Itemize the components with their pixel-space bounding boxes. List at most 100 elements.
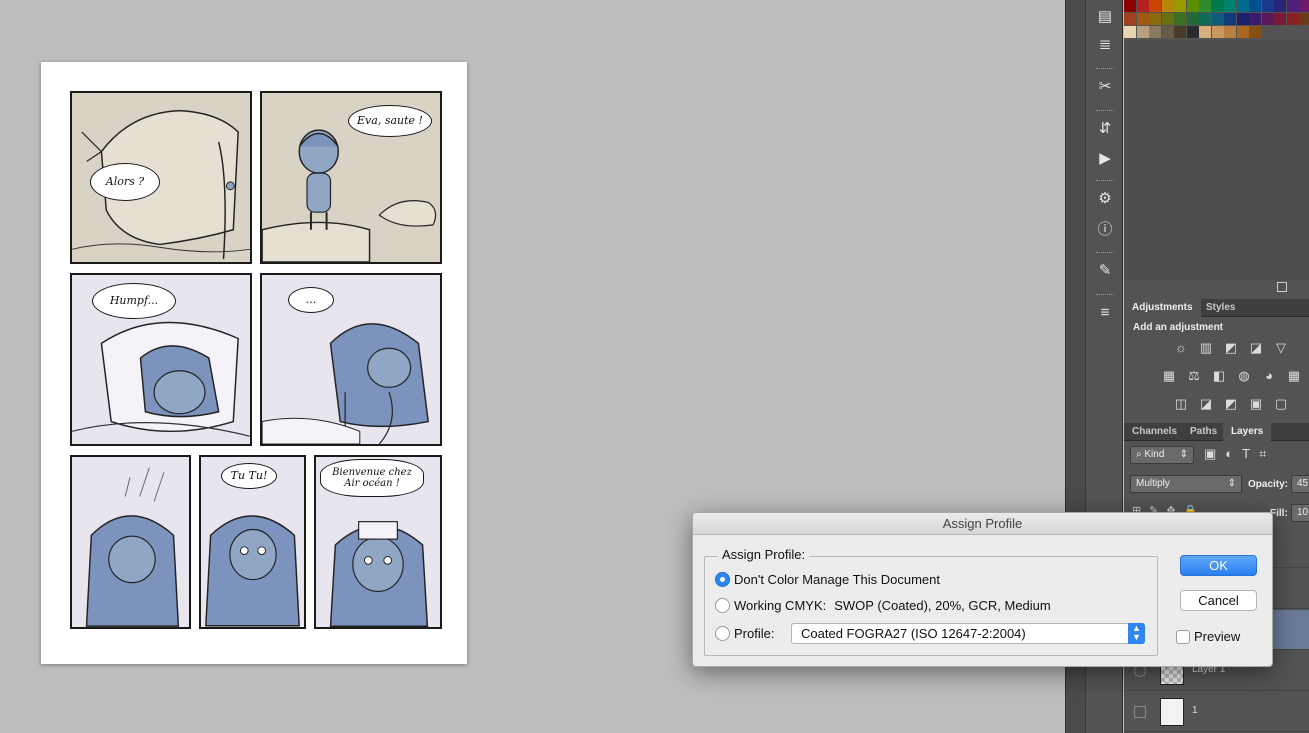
adjustment-icon[interactable]: ▦: [1285, 368, 1303, 384]
color-swatch[interactable]: [1161, 26, 1174, 38]
ok-button[interactable]: OK: [1180, 555, 1257, 576]
radio-working-cmyk[interactable]: Working CMYK: SWOP (Coated), 20%, GCR, M…: [715, 596, 1051, 614]
radio-label: Working CMYK:: [734, 597, 827, 613]
color-swatch[interactable]: [1224, 0, 1236, 12]
color-swatch[interactable]: [1211, 26, 1224, 38]
color-swatch[interactable]: [1299, 13, 1309, 25]
color-swatch[interactable]: [1286, 0, 1299, 12]
speech-bubble: Humpf...: [92, 283, 176, 319]
swatches-grid[interactable]: [1124, 0, 1309, 40]
color-swatch[interactable]: [1161, 0, 1174, 12]
layer-row[interactable]: 1: [1124, 692, 1309, 732]
new-swatch-icon[interactable]: [1277, 282, 1287, 292]
color-swatch[interactable]: [1136, 0, 1149, 12]
adjustment-icon[interactable]: ◫: [1172, 396, 1190, 412]
tab-paths[interactable]: Paths: [1182, 423, 1225, 441]
adjustment-icon[interactable]: ◧: [1210, 368, 1228, 384]
radio-button[interactable]: [715, 597, 730, 613]
color-swatch[interactable]: [1136, 26, 1149, 38]
dialog-title[interactable]: Assign Profile: [693, 513, 1272, 535]
adjustment-icon[interactable]: ▣: [1247, 396, 1265, 412]
color-swatch[interactable]: [1249, 13, 1261, 25]
tab-layers[interactable]: Layers: [1223, 423, 1272, 441]
color-swatch[interactable]: [1224, 26, 1236, 38]
tab-adjustments[interactable]: Adjustments: [1124, 299, 1201, 317]
layer-comps-icon[interactable]: ⇵: [1094, 118, 1116, 138]
adjustment-icon[interactable]: ☼: [1172, 340, 1190, 356]
color-swatch[interactable]: [1199, 26, 1211, 38]
adjustment-icon[interactable]: ▽: [1272, 340, 1290, 356]
color-swatch[interactable]: [1124, 26, 1136, 38]
clone-source-icon[interactable]: ≡: [1094, 302, 1116, 322]
blend-mode-select[interactable]: Multiply ⇕: [1130, 475, 1242, 493]
color-swatch[interactable]: [1174, 0, 1186, 12]
color-swatch[interactable]: [1149, 26, 1161, 38]
color-swatch[interactable]: [1224, 13, 1236, 25]
tab-channels[interactable]: Channels: [1124, 423, 1185, 441]
layer-kind-filter[interactable]: ⌕ Kind ⇕: [1130, 446, 1194, 464]
color-swatch[interactable]: [1261, 13, 1274, 25]
color-swatch[interactable]: [1274, 0, 1286, 12]
preview-checkbox[interactable]: Preview: [1176, 629, 1240, 644]
tool-presets-icon[interactable]: ✂: [1094, 76, 1116, 96]
adjustment-icon[interactable]: ◩: [1222, 340, 1240, 356]
radio-button-checked[interactable]: [715, 571, 730, 587]
visibility-checkbox[interactable]: [1134, 706, 1146, 718]
adjustment-icon[interactable]: ◪: [1247, 340, 1265, 356]
opacity-input[interactable]: 45: [1291, 475, 1309, 493]
color-swatch[interactable]: [1299, 0, 1309, 12]
profile-dropdown[interactable]: Coated FOGRA27 (ISO 12647-2:2004) ▲ ▼: [791, 623, 1145, 644]
checkbox[interactable]: [1176, 629, 1190, 644]
radio-label: Don't Color Manage This Document: [734, 571, 941, 587]
adjustment-icon[interactable]: ▥: [1197, 340, 1215, 356]
color-swatch[interactable]: [1186, 0, 1199, 12]
history-icon[interactable]: ▤: [1094, 6, 1116, 26]
radio-button[interactable]: [715, 625, 730, 641]
color-swatch[interactable]: [1174, 13, 1186, 25]
adjustment-icon[interactable]: ⚖: [1185, 368, 1203, 384]
adjustment-icon[interactable]: ◪: [1197, 396, 1215, 412]
color-swatch[interactable]: [1211, 0, 1224, 12]
adjustment-icon[interactable]: ▢: [1272, 396, 1290, 412]
color-swatch[interactable]: [1199, 0, 1211, 12]
color-swatch[interactable]: [1174, 26, 1186, 38]
color-swatch[interactable]: [1249, 0, 1261, 12]
tab-styles[interactable]: Styles: [1198, 299, 1243, 317]
properties-icon[interactable]: ⚙: [1094, 188, 1116, 208]
color-swatch[interactable]: [1236, 0, 1249, 12]
actions-play-icon[interactable]: ▶: [1094, 148, 1116, 168]
swatches-area: [1124, 40, 1309, 292]
color-swatch[interactable]: [1149, 13, 1161, 25]
color-swatch[interactable]: [1236, 13, 1249, 25]
adjustment-icon[interactable]: ◍: [1235, 368, 1253, 384]
color-swatch[interactable]: [1249, 26, 1261, 38]
color-swatch[interactable]: [1186, 26, 1199, 38]
radio-profile[interactable]: Profile:: [715, 624, 774, 642]
color-swatch[interactable]: [1136, 13, 1149, 25]
comic-panel-5: [70, 455, 191, 629]
color-swatch[interactable]: [1124, 13, 1136, 25]
radio-dont-color-manage[interactable]: Don't Color Manage This Document: [715, 570, 940, 588]
color-swatch[interactable]: [1261, 0, 1274, 12]
info-icon[interactable]: ⓘ: [1094, 218, 1116, 238]
color-swatch[interactable]: [1286, 13, 1299, 25]
color-swatch[interactable]: [1236, 26, 1249, 38]
adjustment-icon[interactable]: ▦: [1160, 368, 1178, 384]
document-canvas[interactable]: Alors ? Eva, saute ! Humpf... ... Tu Tu!…: [41, 62, 467, 664]
adjustment-icon[interactable]: ◩: [1222, 396, 1240, 412]
adjustment-icon[interactable]: ◕: [1260, 368, 1278, 384]
assign-profile-dialog: Assign Profile Assign Profile: Don't Col…: [692, 512, 1273, 667]
brush-presets-icon[interactable]: ✎: [1094, 260, 1116, 280]
color-swatch[interactable]: [1186, 13, 1199, 25]
notes-icon[interactable]: ≣: [1094, 34, 1116, 54]
fill-input[interactable]: 10: [1291, 504, 1309, 522]
cancel-button[interactable]: Cancel: [1180, 590, 1257, 611]
color-swatch[interactable]: [1274, 13, 1286, 25]
color-swatch[interactable]: [1124, 0, 1136, 12]
color-swatch[interactable]: [1199, 13, 1211, 25]
color-swatch[interactable]: [1161, 13, 1174, 25]
radio-label: Profile:: [734, 625, 775, 641]
layer-filter-icons: ▣◐T⌗: [1204, 446, 1276, 461]
color-swatch[interactable]: [1149, 0, 1161, 12]
color-swatch[interactable]: [1211, 13, 1224, 25]
